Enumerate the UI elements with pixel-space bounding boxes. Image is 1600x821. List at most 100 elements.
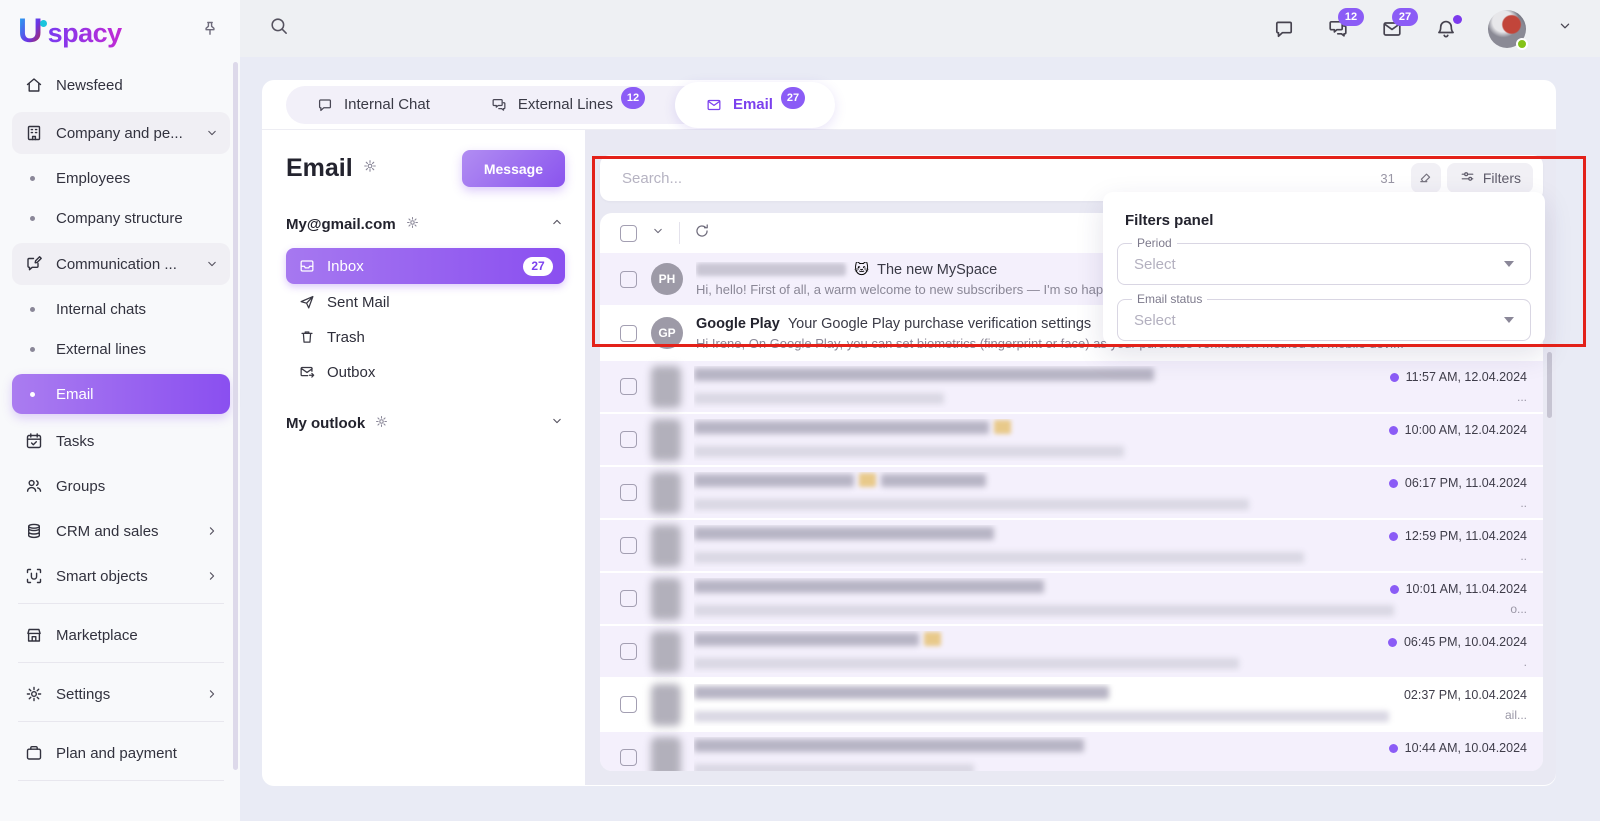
sidebar-item-newsfeed[interactable]: Newsfeed <box>12 67 230 103</box>
dropdown-caret-icon <box>1504 261 1514 267</box>
sidebar-item-label: Employees <box>56 170 220 187</box>
logo-dot <box>40 20 47 27</box>
refresh-icon[interactable] <box>693 222 711 240</box>
search-input[interactable] <box>622 170 1380 187</box>
send-icon <box>298 293 316 311</box>
sidebar-item-label: Smart objects <box>56 568 192 585</box>
folder-outbox[interactable]: Outbox <box>286 355 565 389</box>
email-row[interactable]: 02:37 PM, 10.04.2024ail... <box>600 679 1543 732</box>
sidebar-item-employees[interactable]: Employees <box>12 163 230 194</box>
chevron-down-icon[interactable] <box>1556 17 1574 35</box>
filter-field-label: Period <box>1132 236 1177 250</box>
email-row[interactable]: 10:44 AM, 10.04.2024 <box>600 732 1543 771</box>
row-checkbox[interactable] <box>620 643 637 660</box>
account-name-outlook: My outlook <box>286 415 365 432</box>
email-timestamp: 10:00 AM, 12.04.2024 <box>1405 423 1527 437</box>
folder-label: Outbox <box>327 364 375 381</box>
tab-internal-chat[interactable]: Internal Chat <box>286 86 460 124</box>
gear-icon[interactable] <box>374 414 389 429</box>
notifications-button[interactable] <box>1434 17 1458 41</box>
email-row[interactable]: 10:01 AM, 11.04.2024o... <box>600 573 1543 626</box>
sidebar-item-label: Email <box>56 386 220 403</box>
account-name: My@gmail.com <box>286 216 396 233</box>
filter-select-email-status[interactable]: Email statusSelect <box>1117 299 1531 341</box>
notification-dot <box>1453 15 1462 24</box>
email-row[interactable]: 06:17 PM, 11.04.2024.. <box>600 467 1543 520</box>
message-button[interactable]: Message <box>462 150 565 187</box>
subject-emoji: 🐱 <box>854 262 869 278</box>
email-row[interactable]: 06:45 PM, 10.04.2024. <box>600 626 1543 679</box>
gear-icon[interactable] <box>405 215 420 230</box>
sidebar-item-external-lines[interactable]: External lines <box>12 334 230 365</box>
envelope-button[interactable]: 27 <box>1380 17 1404 41</box>
email-row[interactable]: 11:57 AM, 12.04.2024... <box>600 361 1543 414</box>
sidebar-nav: Newsfeed Company and pe... Employees Compan… <box>0 59 240 781</box>
uspacy-logo[interactable]: U spacy <box>18 14 122 49</box>
folder-inbox[interactable]: Inbox27 <box>286 248 565 284</box>
outbox-icon <box>298 363 316 381</box>
sidebar-item-groups[interactable]: Groups <box>12 468 230 504</box>
row-checkbox[interactable] <box>620 537 637 554</box>
chevron-down-icon[interactable] <box>650 223 666 239</box>
row-checkbox[interactable] <box>620 696 637 713</box>
email-row[interactable]: 10:00 AM, 12.04.2024 <box>600 414 1543 467</box>
sidebar-item-internal-chats[interactable]: Internal chats <box>12 294 230 325</box>
sidebar-item-settings[interactable]: Settings <box>12 676 230 712</box>
row-checkbox[interactable] <box>620 271 637 288</box>
sliders-icon <box>1459 168 1476 185</box>
sidebar: U spacy Newsfeed Company and pe... Employe… <box>0 0 240 821</box>
folder-list: Inbox27Sent MailTrash Outbox <box>286 248 565 389</box>
sidebar-item-label: External lines <box>56 341 220 358</box>
bubble-button[interactable] <box>1272 17 1296 41</box>
row-checkbox[interactable] <box>620 378 637 395</box>
sidebar-item-label: Plan and payment <box>56 745 220 762</box>
email-list-scrollbar[interactable] <box>1547 352 1552 418</box>
row-checkbox[interactable] <box>620 325 637 342</box>
search-icon[interactable] <box>268 15 290 37</box>
chevron-down-icon[interactable] <box>549 413 565 429</box>
sidebar-item-marketplace[interactable]: Marketplace <box>12 617 230 653</box>
folder-trash[interactable]: Trash <box>286 320 565 354</box>
gear-icon[interactable] <box>362 158 378 174</box>
sidebar-item-tasks[interactable]: Tasks <box>12 423 230 459</box>
sidebar-item-crm-and-sales[interactable]: CRM and sales <box>12 513 230 549</box>
sidebar-item-plan-and-payment[interactable]: Plan and payment <box>12 735 230 771</box>
sidebar-item-label: CRM and sales <box>56 523 192 540</box>
blurred-subject-bar <box>694 686 1109 699</box>
filters-button-label: Filters <box>1483 170 1521 186</box>
blurred-preview-bar <box>694 764 974 771</box>
chevron-up-icon[interactable] <box>549 214 565 230</box>
tab-badge: 12 <box>621 87 645 109</box>
blurred-subject-bar <box>694 527 994 540</box>
folder-sent-mail[interactable]: Sent Mail <box>286 285 565 319</box>
blurred-preview-bar <box>694 446 1124 457</box>
sidebar-item-smart-objects[interactable]: Smart objects <box>12 558 230 594</box>
email-row[interactable]: 12:59 PM, 11.04.2024.. <box>600 520 1543 573</box>
filter-select-period[interactable]: PeriodSelect <box>1117 243 1531 285</box>
clear-search-button[interactable] <box>1411 163 1441 193</box>
pin-icon[interactable] <box>200 19 220 39</box>
tab-external-lines[interactable]: External Lines12 <box>460 86 675 124</box>
sidebar-divider <box>18 603 224 604</box>
building-icon <box>24 123 44 143</box>
filter-field-value: Select <box>1134 312 1176 329</box>
blurred-preview-bar <box>694 658 1239 669</box>
sidebar-item-company-structure[interactable]: Company structure <box>12 203 230 234</box>
select-all-checkbox[interactable] <box>620 225 637 242</box>
sidebar-scrollbar[interactable] <box>233 62 238 770</box>
row-checkbox[interactable] <box>620 590 637 607</box>
filters-button[interactable]: Filters <box>1447 163 1533 193</box>
row-checkbox[interactable] <box>620 484 637 501</box>
blurred-emoji <box>859 473 876 487</box>
folder-label: Inbox <box>327 258 364 275</box>
user-avatar[interactable] <box>1488 10 1526 48</box>
blurred-sender-avatar <box>651 684 681 726</box>
row-checkbox[interactable] <box>620 431 637 448</box>
bubble2-button[interactable]: 12 <box>1326 17 1350 41</box>
row-checkbox[interactable] <box>620 749 637 766</box>
unread-dot <box>1388 638 1397 647</box>
sidebar-item-email[interactable]: Email <box>12 374 230 414</box>
sidebar-item-company-and-people[interactable]: Company and pe... <box>12 112 230 154</box>
tab-email[interactable]: Email27 <box>675 82 835 128</box>
sidebar-item-communication[interactable]: Communication ... <box>12 243 230 285</box>
